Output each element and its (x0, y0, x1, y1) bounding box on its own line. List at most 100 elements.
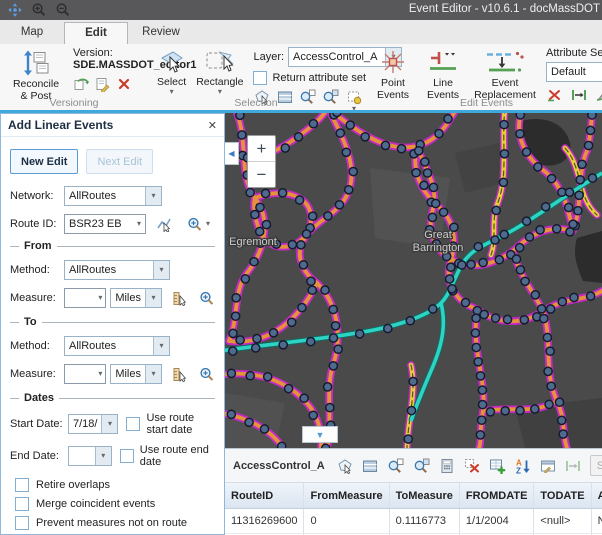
route-zoom-control[interactable]: ▾ (187, 217, 210, 232)
start-date-combobox[interactable]: 7/18/ ▾ (68, 414, 118, 434)
to-measure-on-map-icon[interactable] (172, 366, 187, 382)
cell-todate[interactable]: <null> (534, 509, 591, 534)
table-show-selected-icon[interactable] (362, 458, 378, 474)
collapse-panel-tab[interactable]: ◀ (225, 142, 239, 165)
reconcile-post-icon (23, 50, 50, 76)
to-group: To Method: AllRoutes ▾ Measure: ▾ Mil (10, 316, 215, 384)
table-attributes-window-icon[interactable] (540, 458, 556, 474)
route-zoom-caret-icon[interactable]: ▾ (206, 220, 210, 228)
reconcile-icon[interactable] (73, 76, 90, 92)
from-unit-combobox[interactable]: Miles ▾ (110, 288, 162, 308)
col-frommeasure[interactable]: FromMeasure (304, 483, 389, 509)
col-routeid[interactable]: RouteID (225, 483, 304, 509)
col-fromdate[interactable]: FROMDATE (459, 483, 534, 509)
post-icon[interactable] (94, 76, 111, 92)
network-caret-icon[interactable]: ▾ (145, 187, 161, 205)
use-route-end-date-checkbox[interactable] (120, 449, 134, 463)
end-date-combobox[interactable]: ▾ (68, 446, 112, 466)
from-method-combobox[interactable]: AllRoutes ▾ (64, 260, 170, 280)
map-zoom-in-button[interactable]: + (248, 136, 275, 161)
col-todate[interactable]: TODATE (534, 483, 591, 509)
from-group: From Method: AllRoutes ▾ Measure: ▾ M (10, 240, 215, 308)
network-value: AllRoutes (65, 190, 145, 202)
collapse-table-tab[interactable]: ▼ (302, 426, 338, 443)
from-measure-combobox[interactable]: ▾ (64, 288, 106, 308)
cell-ac[interactable]: N (591, 509, 602, 534)
dates-group: Dates Start Date: 7/18/ ▾ Use route star… (10, 392, 215, 468)
cell-frommeasure[interactable]: 0 (304, 509, 389, 534)
retire-overlaps-checkbox[interactable] (15, 478, 29, 492)
route-id-value: BSR23 EB (65, 218, 137, 230)
prevent-measures-label: Prevent measures not on route (36, 517, 187, 529)
tab-map[interactable]: Map (4, 22, 60, 43)
table-zoom-to-selected-icon[interactable] (387, 458, 404, 474)
group-selection: Select ▾ Rectangle ▾ Layer: (148, 44, 364, 110)
new-edit-button[interactable]: New Edit (10, 149, 78, 174)
table-pan-to-selected-icon[interactable] (413, 458, 430, 474)
end-date-caret-icon[interactable]: ▾ (95, 447, 111, 465)
col-ac[interactable]: AC (591, 483, 602, 509)
use-route-end-date-label: Use route end date (140, 444, 215, 468)
cell-routeid[interactable]: 11316269600 (225, 509, 304, 534)
save-button-disabled: Sa (590, 455, 602, 476)
start-date-caret-icon[interactable]: ▾ (101, 415, 117, 433)
from-method-caret-icon[interactable]: ▾ (153, 261, 169, 279)
return-attribute-set-checkbox[interactable] (253, 71, 267, 85)
route-id-combobox[interactable]: BSR23 EB ▾ (64, 214, 146, 234)
to-method-caret-icon[interactable]: ▾ (153, 337, 169, 355)
prevent-measures-checkbox[interactable] (15, 516, 29, 530)
network-combobox[interactable]: AllRoutes ▾ (64, 186, 162, 206)
map-label-barrington: Barrington (413, 242, 464, 254)
from-zoom-icon[interactable] (199, 290, 215, 306)
map-canvas[interactable]: Egremont Great Barrington (225, 113, 602, 448)
merge-coincident-checkbox[interactable] (15, 497, 29, 511)
tab-edit[interactable]: Edit (64, 22, 128, 45)
route-zoom-icon (187, 217, 203, 232)
end-date-label: End Date: (10, 450, 68, 462)
tab-review[interactable]: Review (131, 22, 191, 43)
attribute-set-combobox[interactable]: Default ▾ (546, 62, 602, 82)
table-layer-name: AccessControl_A (233, 460, 325, 472)
table-clear-selection-icon[interactable] (464, 458, 480, 474)
from-measure-caret-icon[interactable]: ▾ (98, 294, 105, 302)
to-method-combobox[interactable]: AllRoutes ▾ (64, 336, 170, 356)
from-method-value: AllRoutes (65, 264, 153, 276)
from-unit-caret-icon[interactable]: ▾ (145, 289, 161, 307)
close-icon[interactable]: ✕ (208, 119, 217, 132)
route-id-caret-icon[interactable]: ▾ (137, 220, 145, 228)
to-unit-combobox[interactable]: Miles ▾ (110, 364, 162, 384)
start-date-label: Start Date: (10, 418, 68, 430)
from-measure-on-map-icon[interactable] (172, 290, 187, 306)
table-add-row-icon[interactable] (489, 458, 506, 474)
delete-version-icon[interactable] (115, 76, 132, 92)
cell-fromdate[interactable]: 1/1/2004 (459, 509, 534, 534)
point-events-button[interactable]: Point Events (368, 45, 418, 103)
zoom-in-icon[interactable] (30, 2, 48, 18)
point-events-icon (379, 49, 407, 75)
cell-tomeasure[interactable]: 0.1116773 (389, 509, 459, 534)
to-unit-caret-icon[interactable]: ▾ (145, 365, 161, 383)
zoom-out-icon[interactable] (54, 2, 72, 18)
table-select-features-icon[interactable] (337, 458, 353, 474)
select-route-on-map-icon[interactable] (156, 216, 173, 232)
table-toolbar: AccessControl_A AZ (225, 449, 602, 483)
reconcile-post-button[interactable]: Reconcile & Post (3, 46, 69, 103)
col-tomeasure[interactable]: ToMeasure (389, 483, 459, 509)
to-measure-caret-icon[interactable]: ▾ (98, 370, 105, 378)
table-row[interactable]: 11316269600 0 0.1116773 1/1/2004 <null> … (225, 509, 602, 534)
use-route-start-date-checkbox[interactable] (126, 417, 140, 431)
line-events-button[interactable]: Line Events (418, 45, 468, 103)
map-view[interactable]: Egremont Great Barrington ◀ + − ▼ (225, 113, 602, 448)
table-sort-icon[interactable]: AZ (515, 458, 531, 474)
map-zoom-out-button[interactable]: − (248, 161, 275, 187)
to-method-label: Method: (10, 340, 64, 352)
event-replacement-button[interactable]: Event Replacement (468, 45, 542, 103)
group-edit-events: Point Events Line Events (364, 44, 602, 110)
select-caret-icon[interactable]: ▾ (170, 88, 174, 96)
table-calculator-icon[interactable] (439, 458, 455, 474)
to-measure-combobox[interactable]: ▾ (64, 364, 106, 384)
from-method-label: Method: (10, 264, 64, 276)
to-zoom-icon[interactable] (199, 366, 215, 382)
pan-icon[interactable] (6, 2, 24, 18)
rectangle-caret-icon[interactable]: ▾ (218, 88, 222, 96)
